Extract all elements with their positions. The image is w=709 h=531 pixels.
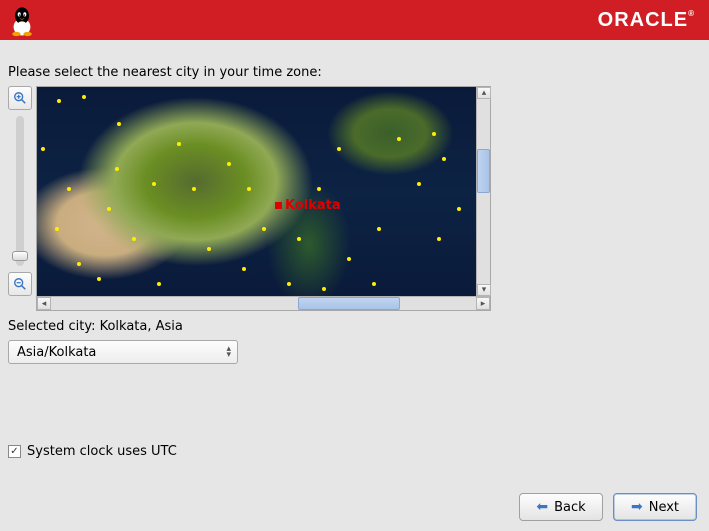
timezone-map[interactable]: Kolkata ▴ ▾ ◂ ▸ [36, 86, 491, 311]
back-button-label: Back [554, 500, 586, 515]
vscroll-track[interactable] [477, 99, 490, 284]
timezone-value: Asia/Kolkata [17, 345, 96, 360]
tux-logo-icon [8, 3, 36, 37]
magnify-minus-icon [13, 277, 27, 291]
map-area: Kolkata ▴ ▾ ◂ ▸ [8, 86, 701, 311]
arrow-right-icon: ➡ [631, 500, 643, 514]
footer-buttons: ⬅ Back ➡ Next [519, 493, 697, 521]
scroll-left-arrow-icon[interactable]: ◂ [37, 297, 51, 310]
map-vertical-scrollbar[interactable]: ▴ ▾ [476, 87, 490, 296]
hscroll-track[interactable] [51, 297, 476, 310]
scroll-up-arrow-icon[interactable]: ▴ [477, 87, 491, 99]
utc-checkbox[interactable]: ✓ [8, 445, 21, 458]
hscroll-thumb[interactable] [298, 297, 400, 310]
brand-text: ORACLE [598, 9, 688, 31]
combo-spinner-icon: ▴▾ [226, 346, 231, 358]
zoom-out-button[interactable] [8, 272, 32, 296]
prompt-text: Please select the nearest city in your t… [8, 65, 701, 80]
vscroll-thumb[interactable] [477, 149, 490, 193]
utc-label: System clock uses UTC [27, 444, 177, 459]
map-canvas[interactable]: Kolkata [37, 87, 490, 297]
timezone-combobox[interactable]: Asia/Kolkata ▴▾ [8, 340, 238, 364]
selected-city-marker [275, 202, 282, 209]
content-area: Please select the nearest city in your t… [0, 40, 709, 459]
utc-row: ✓ System clock uses UTC [8, 444, 701, 459]
scroll-down-arrow-icon[interactable]: ▾ [477, 284, 491, 296]
magnify-plus-icon [13, 91, 27, 105]
header-bar: ORACLE® [0, 0, 709, 40]
zoom-slider-thumb[interactable] [12, 251, 28, 261]
map-horizontal-scrollbar[interactable]: ◂ ▸ [37, 296, 490, 310]
arrow-left-icon: ⬅ [536, 500, 548, 514]
scroll-right-arrow-icon[interactable]: ▸ [476, 297, 490, 310]
next-button[interactable]: ➡ Next [613, 493, 697, 521]
oracle-logo: ORACLE® [598, 9, 695, 32]
zoom-in-button[interactable] [8, 86, 32, 110]
zoom-column [8, 86, 32, 311]
back-button[interactable]: ⬅ Back [519, 493, 603, 521]
zoom-slider[interactable] [16, 116, 24, 266]
next-button-label: Next [649, 500, 679, 515]
selected-city-map-label: Kolkata [285, 198, 341, 213]
selected-city-text: Selected city: Kolkata, Asia [8, 319, 701, 334]
